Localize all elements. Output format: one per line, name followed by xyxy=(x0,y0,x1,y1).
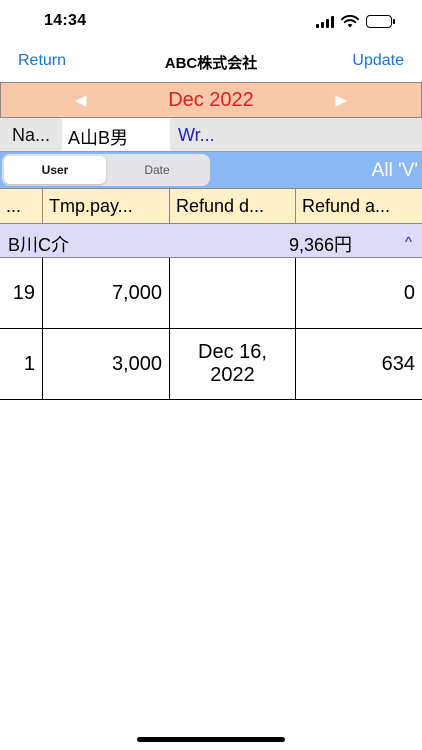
cell-tmp-pay: 3,000 xyxy=(43,329,170,399)
status-bar: 14:34 xyxy=(0,0,422,44)
tab-row: User Date All 'V' xyxy=(0,152,422,188)
cell-tmp-pay: 7,000 xyxy=(43,258,170,328)
collapse-chevron-icon[interactable]: ^ xyxy=(405,234,412,251)
view-segmented-control: User Date xyxy=(2,154,210,186)
table-header: ... Tmp.pay... Refund d... Refund a... xyxy=(0,188,422,224)
status-icons xyxy=(316,15,395,28)
cell-refund-amount: 0 xyxy=(403,281,415,304)
tab-date[interactable]: Date xyxy=(106,156,208,184)
table-row[interactable]: 19 7,000 0 xyxy=(0,258,422,329)
table-row[interactable]: 1 3,000 Dec 16, 2022 634 xyxy=(0,329,422,400)
name-label: Na... xyxy=(12,125,51,145)
navigation-bar: Return ABC株式会社 Update xyxy=(0,44,422,80)
month-selector: ◀ Dec 2022 ▶ xyxy=(0,82,422,118)
update-button[interactable]: Update xyxy=(352,52,404,70)
group-name: B川C介 xyxy=(8,235,70,255)
tab-user[interactable]: User xyxy=(4,156,106,184)
column-header-count[interactable]: ... xyxy=(0,189,43,223)
home-indicator[interactable] xyxy=(137,737,285,742)
column-header-refund-date[interactable]: Refund d... xyxy=(170,189,296,223)
table-body: 19 7,000 0 1 3,000 Dec 16, 2022 634 xyxy=(0,258,422,400)
wifi-icon xyxy=(341,15,359,28)
cell-refund-date: Dec 16, 2022 xyxy=(170,329,296,399)
group-total: 9,366円 xyxy=(288,235,352,255)
cell-count: 19 xyxy=(0,258,43,328)
status-time: 14:34 xyxy=(44,12,87,29)
group-header-row[interactable]: B川C介 9,366円 ^ xyxy=(0,224,422,258)
filter-selector[interactable]: All 'V' xyxy=(372,160,418,182)
battery-icon xyxy=(366,15,395,28)
cell-refund-amount: 634 xyxy=(381,352,415,375)
cell-refund-date xyxy=(170,258,296,328)
name-field[interactable]: A山B男 xyxy=(62,118,170,151)
name-row: Na... A山B男 Wr... xyxy=(0,118,422,152)
next-month-icon[interactable]: ▶ xyxy=(335,91,347,109)
cell-count: 1 xyxy=(0,329,43,399)
column-header-refund-amount[interactable]: Refund a... xyxy=(296,189,422,223)
cellular-signal-icon xyxy=(316,15,334,28)
name-detail-link[interactable]: Wr... xyxy=(178,125,215,146)
month-label[interactable]: Dec 2022 xyxy=(1,89,421,112)
column-header-tmp-pay[interactable]: Tmp.pay... xyxy=(43,189,170,223)
